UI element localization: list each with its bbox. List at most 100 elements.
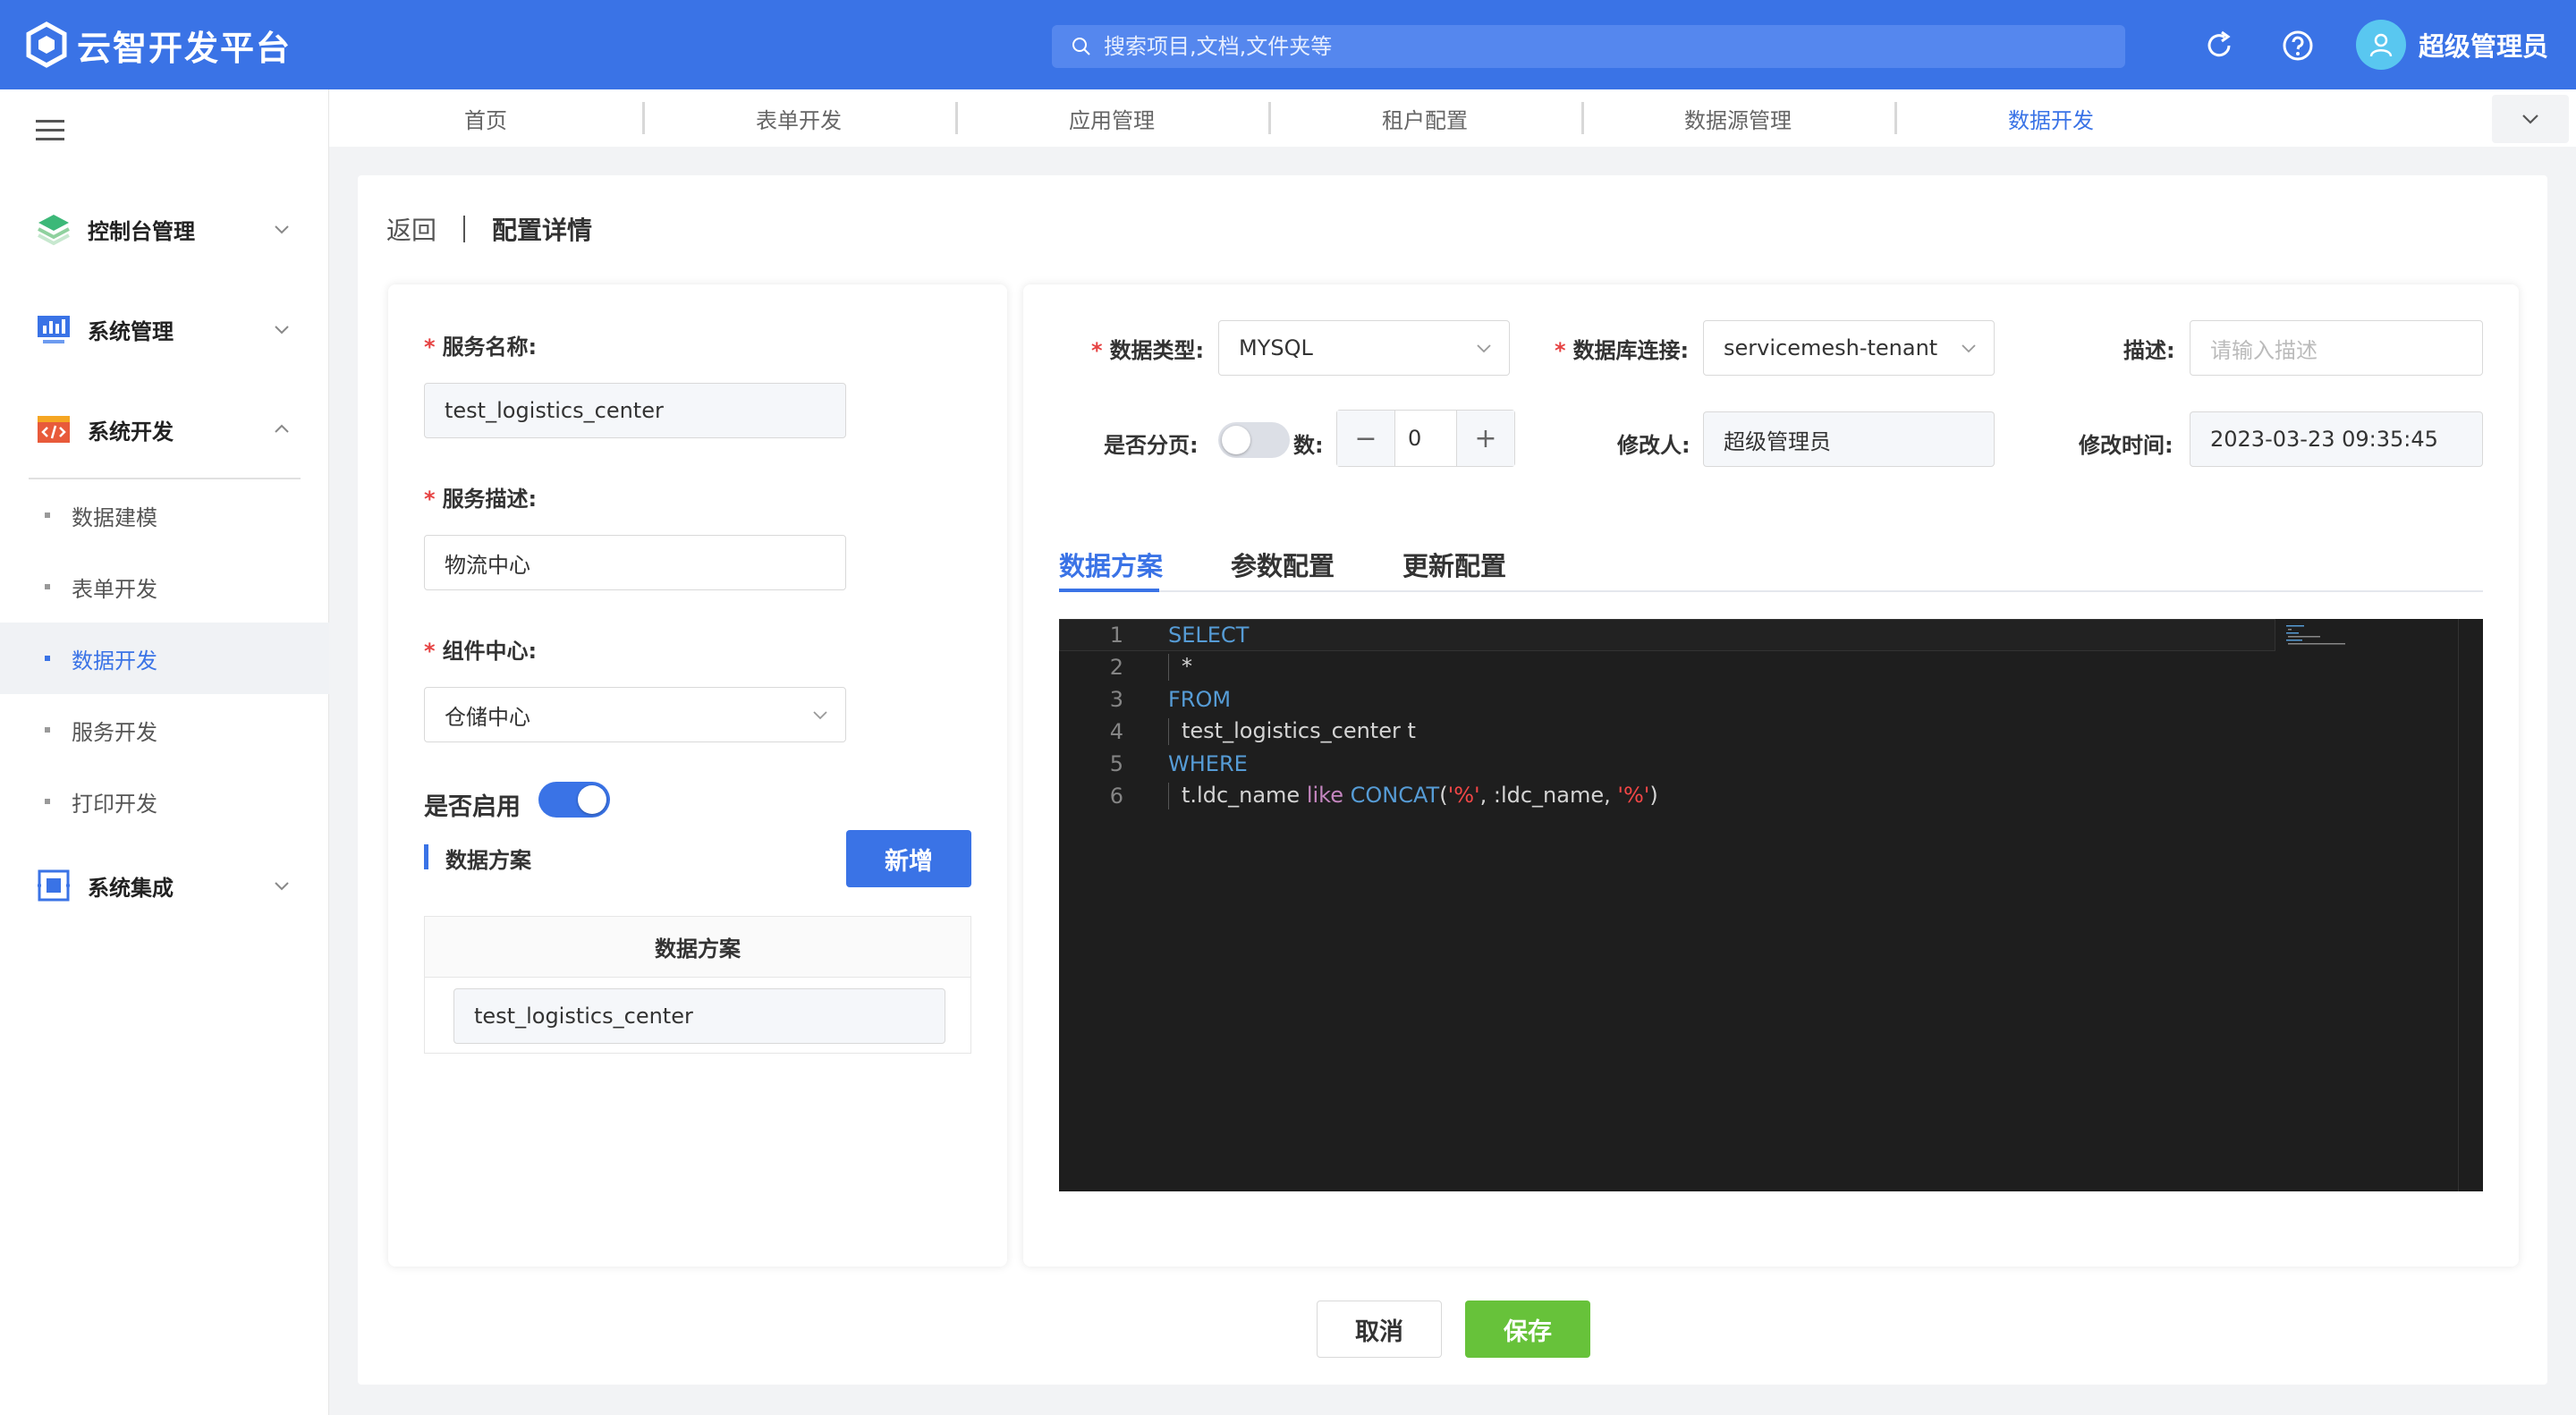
desc-label: 描述: [2123, 338, 2175, 363]
solution-section-title: 数据方案 [445, 848, 531, 873]
code-window-icon [38, 416, 70, 443]
modifier-label: 修改人: [1617, 433, 1690, 458]
db-connection-label: * 数据库连接: [1555, 338, 1690, 363]
page-title: 配置详情 [492, 216, 593, 245]
enable-toggle[interactable] [538, 782, 610, 818]
toggle-knob [1222, 426, 1250, 454]
service-desc-field[interactable]: 物流中心 [424, 535, 846, 590]
sidebar-item-data-modeling[interactable]: 数据建模 [0, 479, 329, 551]
sidebar-group-dev[interactable]: 系统开发 [0, 395, 329, 463]
modify-time-field: 2023-03-23 09:35:45 [2190, 411, 2483, 467]
user-icon [2369, 33, 2393, 57]
chevron-down-icon [275, 326, 289, 335]
code-line: 1 SELECT [1109, 623, 1250, 648]
tab-home[interactable]: 首页 [329, 89, 642, 147]
code-line: 5 WHERE [1109, 751, 1248, 776]
tab-datasource-management[interactable]: 数据源管理 [1581, 89, 1894, 147]
component-center-value: 仓储中心 [445, 704, 530, 730]
code-line: 4 test_logistics_center t [1109, 718, 1416, 745]
paging-toggle[interactable] [1218, 422, 1290, 458]
back-link[interactable]: 返回 [386, 211, 436, 247]
sidebar-item-label: 数据开发 [72, 648, 157, 674]
table-header: 数据方案 [425, 917, 970, 978]
app-title: 云智开发平台 [77, 28, 292, 68]
global-search[interactable] [1052, 25, 2125, 68]
solution-table: 数据方案 test_logistics_center [424, 916, 971, 1054]
refresh-icon[interactable] [2202, 29, 2236, 63]
page-tabs: 首页 表单开发 应用管理 租户配置 数据源管理 数据开发 [329, 89, 2576, 147]
chevron-down-icon [275, 882, 289, 891]
bullet-icon [45, 727, 50, 733]
decrement-button[interactable]: − [1337, 411, 1394, 466]
menu-toggle-icon[interactable] [36, 120, 64, 141]
sidebar-item-label: 打印开发 [72, 791, 157, 817]
sidebar-item-service-dev[interactable]: 服务开发 [0, 694, 329, 766]
component-center-label: * 组件中心: [424, 639, 538, 664]
db-connection-select[interactable]: servicemesh-tenant [1703, 320, 1995, 376]
sidebar-group-system[interactable]: 系统管理 [0, 295, 329, 363]
chevron-down-icon [1477, 344, 1491, 353]
service-name-label: * 服务名称: [424, 335, 538, 360]
sidebar-item-label: 服务开发 [72, 719, 157, 745]
bullet-icon [45, 513, 50, 518]
sidebar-group-integration[interactable]: 系统集成 [0, 852, 329, 919]
data-type-value: MYSQL [1239, 335, 1313, 360]
modify-time-label: 修改时间: [2079, 433, 2174, 458]
table-row[interactable]: test_logistics_center [453, 988, 945, 1044]
tab-update-config[interactable]: 更新配置 [1402, 546, 1506, 583]
top-header: 云智开发平台 超级管理员 [0, 0, 2576, 89]
service-desc-label: * 服务描述: [424, 487, 538, 512]
service-name-field[interactable]: test_logistics_center [424, 383, 846, 438]
minimap[interactable] [2286, 624, 2376, 646]
bullet-icon [45, 799, 50, 804]
section-marker [424, 844, 428, 869]
tab-form-dev[interactable]: 表单开发 [642, 89, 955, 147]
bullet-icon [45, 656, 50, 661]
increment-button[interactable]: + [1457, 411, 1514, 466]
sql-editor[interactable]: 1 SELECT 2 * 3 FROM 4 test_logistics_cen… [1059, 619, 2483, 1191]
sidebar-group-label: 系统集成 [88, 875, 174, 901]
component-center-select[interactable]: 仓储中心 [424, 687, 846, 742]
sidebar-item-label: 数据建模 [72, 504, 157, 530]
desc-input[interactable]: 请输入描述 [2190, 320, 2483, 376]
editor-scrollbar[interactable] [2458, 619, 2483, 1191]
tabs-more-button[interactable] [2492, 95, 2569, 143]
count-value[interactable]: 0 [1394, 411, 1457, 466]
chevron-up-icon [275, 424, 289, 433]
help-icon[interactable] [2281, 29, 2315, 63]
user-menu[interactable]: 超级管理员 [2356, 20, 2548, 70]
app-logo[interactable]: 云智开发平台 [25, 20, 292, 70]
breadcrumb-separator [463, 216, 466, 242]
save-button[interactable]: 保存 [1465, 1301, 1590, 1358]
tab-data-dev[interactable]: 数据开发 [1894, 89, 2207, 147]
data-type-select[interactable]: MYSQL [1218, 320, 1510, 376]
code-line: 2 * [1109, 654, 1192, 681]
search-input[interactable] [1104, 34, 2088, 59]
cancel-button[interactable]: 取消 [1317, 1301, 1442, 1358]
add-solution-button[interactable]: 新增 [846, 830, 971, 887]
breadcrumb: 返回 配置详情 [386, 211, 592, 247]
tab-param-config[interactable]: 参数配置 [1231, 546, 1335, 583]
tab-app-management[interactable]: 应用管理 [955, 89, 1268, 147]
data-type-label: * 数据类型: [1091, 338, 1205, 363]
config-tabs: 数据方案 参数配置 更新配置 [1059, 538, 2483, 592]
data-config-card: * 数据类型: MYSQL * 数据库连接: servicemesh-tenant … [1023, 284, 2519, 1267]
sidebar-item-print-dev[interactable]: 打印开发 [0, 766, 329, 837]
monitor-chart-icon [38, 316, 70, 343]
sidebar-item-data-dev[interactable]: 数据开发 [0, 623, 329, 694]
layers-icon [38, 215, 70, 246]
chevron-down-icon [1962, 344, 1976, 353]
bullet-icon [45, 584, 50, 589]
avatar [2356, 20, 2406, 70]
tab-data-solution[interactable]: 数据方案 [1059, 546, 1163, 583]
tab-tenant-config[interactable]: 租户配置 [1268, 89, 1581, 147]
user-name: 超级管理员 [2419, 31, 2549, 62]
chevron-down-icon [813, 711, 827, 720]
enable-label: 是否启用 [424, 793, 521, 821]
sidebar-group-console[interactable]: 控制台管理 [0, 195, 329, 263]
code-line: 6 t.ldc_name like CONCAT('%', :ldc_name,… [1109, 783, 1658, 809]
count-stepper: − 0 + [1336, 410, 1515, 467]
sidebar-item-form-dev[interactable]: 表单开发 [0, 551, 329, 623]
active-tab-indicator [1059, 589, 1159, 592]
sidebar-group-label: 系统管理 [88, 318, 174, 344]
